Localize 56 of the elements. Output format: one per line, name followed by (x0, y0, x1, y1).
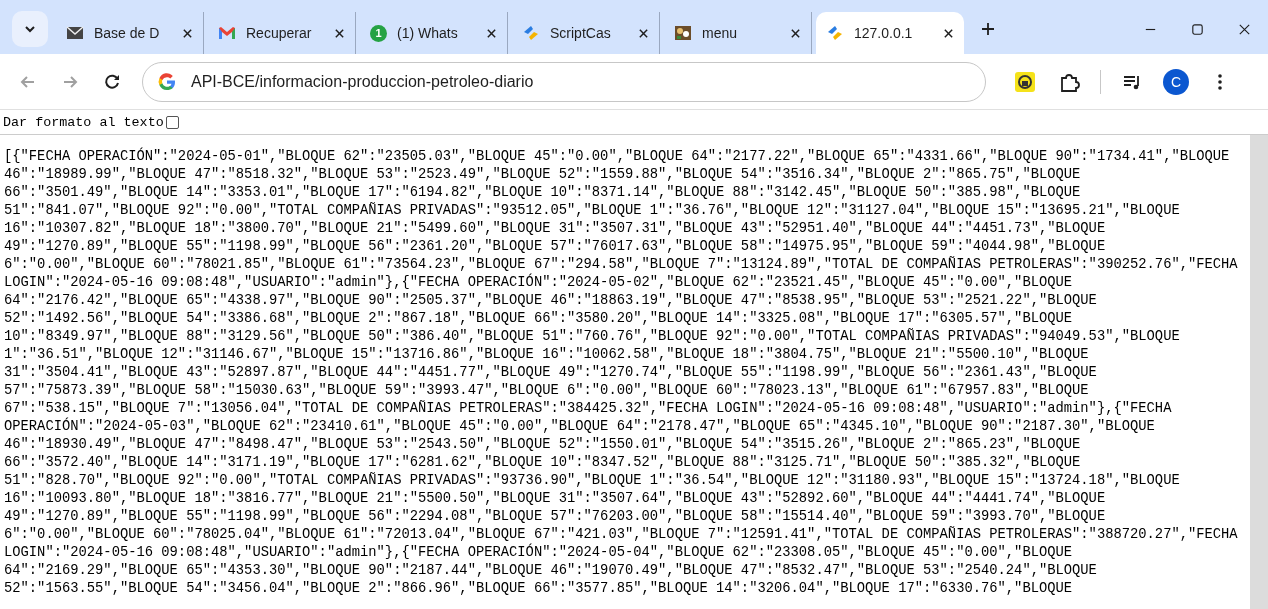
maximize-icon[interactable] (1190, 21, 1205, 37)
envelope-icon (66, 24, 84, 42)
gmail-icon (218, 24, 236, 42)
tab-title: Recuperar (246, 25, 313, 41)
scrollbar[interactable] (1250, 135, 1268, 609)
browser-tab[interactable]: menu (664, 12, 812, 54)
json-text-line: 16":"10093.80","BLOQUE 18":"3816.77","BLOQUE 21":"5500.50","BLOQUE 31":"3507.64","BLOQUE 43":"52892.60","BLOQUE 44":"4441.74","BLOQUE (4, 490, 1107, 508)
json-text-line: 64":"2169.29","BLOQUE 65":"4353.30","BLOQUE 90":"2187.44","BLOQUE 46":"19070.49","BLOQUE 47":"8532.47","BLOQUE 53":"2540.24","BLOQUE (4, 562, 1098, 580)
json-text-line: [{"FECHA OPERACIÓN":"2024-05-01","BLOQUE 62":"23505.03","BLOQUE 45":"0.00","BLOQUE 64":"2177.22","BLOQUE 65":"4331.66","BLOQUE 90":"1734.41","BLOQUE (4, 148, 1231, 166)
json-text-line: 46":"18930.49","BLOQUE 47":"8498.47","BLOQUE 53":"2543.50","BLOQUE 52":"1550.01","BLOQUE 54":"3515.26","BLOQUE 2":"865.23","BLOQUE (4, 436, 1082, 454)
close-icon[interactable] (486, 27, 497, 39)
image-icon (674, 24, 692, 42)
tab-title: (1) Whats (397, 25, 459, 41)
close-icon[interactable] (334, 27, 345, 39)
pretty-print-checkbox[interactable] (165, 115, 179, 129)
browser-tab[interactable]: 127.0.0.1 (816, 12, 964, 54)
json-text-line: 64":"2176.42","BLOQUE 65":"4338.97","BLOQUE 90":"2505.37","BLOQUE 46":"18863.19","BLOQUE 47":"8538.95","BLOQUE 53":"2521.22","BLOQUE (4, 292, 1098, 310)
json-text-line: 57":"75873.39","BLOQUE 58":"15030.63","BLOQUE 59":"3993.47","BLOQUE 6":"0.00","BLOQUE 60":"78023.13","BLOQUE 61":"67957.83","BLOQUE (4, 382, 1090, 400)
chevron-logo-icon (522, 24, 540, 42)
json-text-line: 46":"18989.99","BLOQUE 47":"8518.32","BLOQUE 53":"2523.49","BLOQUE 52":"1559.88","BLOQUE 54":"3516.34","BLOQUE 2":"865.75","BLOQUE (4, 166, 1082, 184)
json-text-line: 49":"1270.89","BLOQUE 55":"1198.99","BLOQUE 56":"2361.20","BLOQUE 57":"76017.63","BLOQUE 58":"14975.95","BLOQUE 59":"4044.98","BLOQUE (4, 238, 1107, 256)
close-icon[interactable] (790, 27, 801, 39)
google-logo-icon (157, 71, 177, 92)
close-icon[interactable] (943, 27, 954, 39)
json-text-line: 67":"538.15","BLOQUE 7":"13056.04","TOTAL DE COMPAÑIAS PETROLERAS":"384425.32","FECHA LOGIN":"2024-05-16 09:08:48","USUARIO":"admin"},{"FECHA (4, 400, 1173, 417)
browser-tab[interactable]: 1 (1) Whats (360, 12, 508, 54)
json-text-line: 31":"3504.41","BLOQUE 43":"52897.87","BLOQUE 44":"4451.77","BLOQUE 49":"1270.74","BLOQUE 55":"1198.99","BLOQUE 56":"2361.43","BLOQUE (4, 364, 1098, 382)
json-text-line: 10":"8349.97","BLOQUE 88":"3129.56","BLOQUE 50":"386.40","BLOQUE 51":"760.76","BLOQUE 92":"0.00","TOTAL COMPAÑIAS PRIVADAS":"94049.53","BLOQUE (4, 328, 1181, 346)
whatsapp-icon: 1 (370, 24, 387, 42)
browser-tab[interactable]: Base de D (56, 12, 204, 54)
json-text-line: 49":"1270.89","BLOQUE 55":"1198.99","BLOQUE 56":"2294.08","BLOQUE 57":"76203.00","BLOQUE 58":"15514.40","BLOQUE 59":"3993.70","BLOQUE (4, 508, 1107, 526)
browser-tab[interactable]: ScriptCas (512, 12, 660, 54)
json-text-line: LOGIN":"2024-05-16 09:08:48","USUARIO":"admin"},{"FECHA OPERACIÓN":"2024-05-02","BLOQUE 62":"23521.45","BLOQUE 45":"0.00","BLOQUE (4, 274, 1074, 292)
close-icon[interactable] (182, 27, 193, 39)
json-text-line: 52":"1492.56","BLOQUE 54":"3386.68","BLOQUE 2":"867.18","BLOQUE 66":"3580.20","BLOQUE 14":"3325.08","BLOQUE 17":"6305.57","BLOQUE (4, 310, 1074, 328)
tab-title: ScriptCas (550, 25, 612, 41)
json-text-line: 6":"0.00","BLOQUE 60":"78021.85","BLOQUE 61":"73564.23","BLOQUE 67":"294.58","BLOQUE 7":"13124.89","TOTAL DE COMPAÑIAS PETROLERAS":"390252.76","FECHA (4, 256, 1239, 273)
profile-avatar[interactable]: C (1163, 68, 1189, 95)
close-icon[interactable] (638, 27, 649, 39)
json-text-line: 1":"36.51","BLOQUE 12":"31146.67","BLOQUE 15":"13716.86","BLOQUE 16":"10062.58","BLOQUE 18":"3804.75","BLOQUE 21":"5500.10","BLOQUE (4, 346, 1090, 364)
json-text-line: LOGIN":"2024-05-16 09:08:48","USUARIO":"admin"},{"FECHA OPERACIÓN":"2024-05-04","BLOQUE 62":"23308.05","BLOQUE 45":"0.00","BLOQUE (4, 544, 1074, 562)
tab-title: Base de D (94, 25, 161, 41)
tab-title: 127.0.0.1 (854, 25, 914, 41)
json-text-line: 51":"841.07","BLOQUE 92":"0.00","TOTAL COMPAÑIAS PRIVADAS":"93512.05","BLOQUE 1":"36.76","BLOQUE 12":"31127.04","BLOQUE 15":"13695.21","BLOQUE (4, 202, 1181, 220)
json-text-line: 52":"1563.55","BLOQUE 54":"3456.04","BLOQUE 2":"866.96","BLOQUE 66":"3577.85","BLOQUE 14":"3206.04","BLOQUE 17":"6330.76","BLOQUE (4, 580, 1074, 598)
json-text-line: 66":"3572.40","BLOQUE 14":"3171.19","BLOQUE 17":"6281.62","BLOQUE 10":"8347.52","BLOQUE 88":"3125.71","BLOQUE 50":"385.32","BLOQUE (4, 454, 1082, 472)
json-text-line: 6":"0.00","BLOQUE 60":"78025.04","BLOQUE 61":"72013.04","BLOQUE 67":"421.03","BLOQUE 7":"12591.41","TOTAL DE COMPAÑIAS PETROLERAS":"388720.27","FECHA (4, 526, 1239, 543)
json-text-line: 66":"3501.49","BLOQUE 14":"3353.01","BLOQUE 17":"6194.82","BLOQUE 10":"8371.14","BLOQUE 88":"3142.45","BLOQUE 50":"385.98","BLOQUE (4, 184, 1082, 202)
tab-title: menu (702, 25, 739, 41)
json-text-line: OPERACIÓN":"2024-05-03","BLOQUE 62":"23410.61","BLOQUE 45":"0.00","BLOQUE 64":"2178.47","BLOQUE 65":"4345.10","BLOQUE 90":"2187.30","BLOQUE (4, 418, 1156, 436)
browser-tab[interactable]: Recuperar (208, 12, 356, 54)
json-text-line: 16":"10307.82","BLOQUE 18":"3800.70","BLOQUE 21":"5499.60","BLOQUE 31":"3507.31","BLOQUE 43":"52951.40","BLOQUE 44":"4451.73","BLOQUE (4, 220, 1107, 238)
chevron-logo-icon (826, 24, 844, 42)
pretty-print-label: Dar formato al texto (3, 114, 164, 130)
new-tab-icon[interactable] (980, 21, 996, 37)
json-text-line: 51":"828.70","BLOQUE 92":"0.00","TOTAL COMPAÑIAS PRIVADAS":"93736.90","BLOQUE 1":"36.54","BLOQUE 12":"31180.93","BLOQUE 15":"13724.18","BLOQUE (4, 472, 1181, 490)
